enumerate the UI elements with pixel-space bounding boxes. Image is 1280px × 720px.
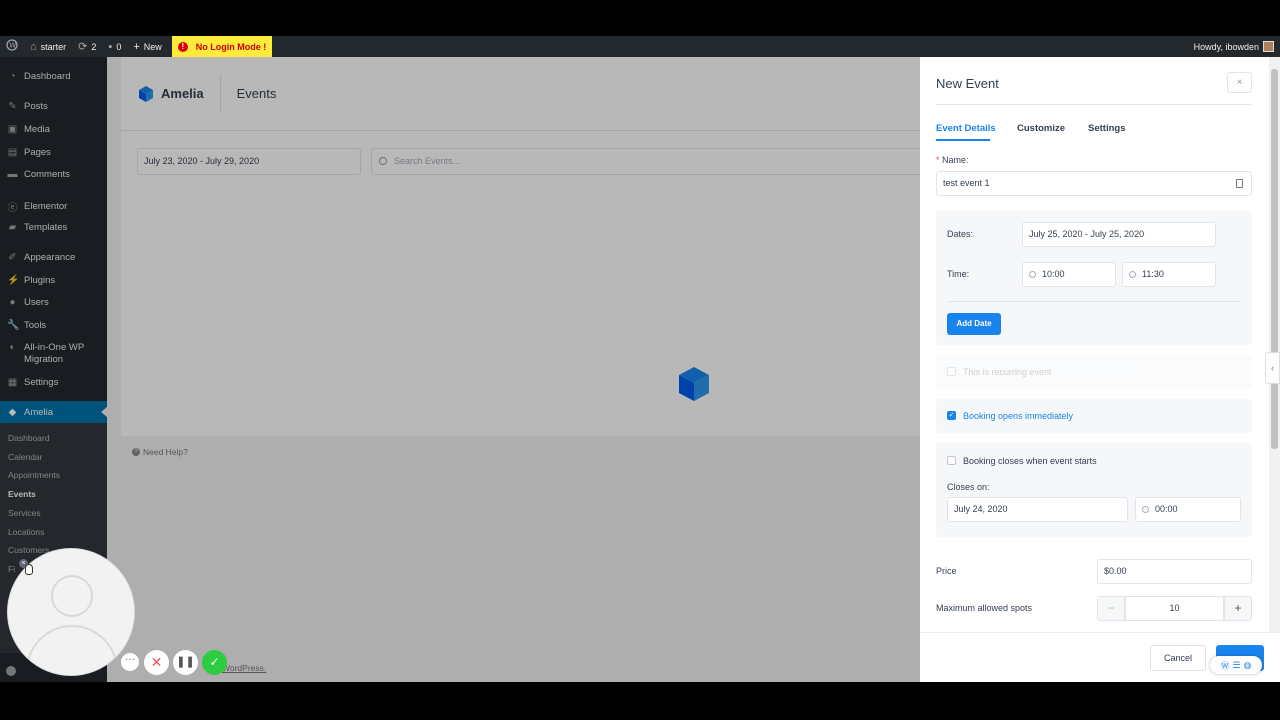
site-name-menu[interactable]: ⌂ starter bbox=[24, 36, 72, 57]
globe-icon: ◍ bbox=[1243, 659, 1252, 670]
dates-label: Dates: bbox=[947, 229, 974, 239]
name-value: test event 1 bbox=[943, 178, 990, 188]
updates-count: 2 bbox=[91, 41, 97, 52]
panel-divider bbox=[947, 301, 1241, 302]
max-spots-input[interactable]: 10 bbox=[1125, 596, 1224, 621]
cancel-button[interactable]: Cancel bbox=[1150, 645, 1206, 671]
drawer-divider bbox=[936, 104, 1252, 105]
end-time-value: 11:30 bbox=[1142, 269, 1164, 279]
booking-closes-checkbox[interactable] bbox=[947, 456, 956, 465]
booking-closes-panel: Booking closes when event starts Closes … bbox=[936, 443, 1252, 537]
new-event-drawer: New Event × Event Details Customize Sett… bbox=[920, 57, 1280, 682]
new-content-menu[interactable]: + New bbox=[127, 36, 167, 57]
avatar-body-icon bbox=[26, 625, 118, 675]
clock-icon bbox=[1129, 271, 1136, 278]
more-options-icon[interactable]: ··· bbox=[121, 653, 139, 671]
cursor-hand-icon bbox=[25, 564, 33, 575]
booking-opens-checkbox[interactable]: ✓ bbox=[947, 411, 956, 420]
modal-overlay[interactable] bbox=[0, 57, 920, 682]
name-label: * Name: bbox=[936, 155, 969, 165]
no-login-mode-badge[interactable]: ! No Login Mode ! bbox=[171, 36, 273, 57]
extension-badge[interactable]: Ⓦ ☰ ◍ bbox=[1210, 656, 1262, 674]
new-label: New bbox=[143, 41, 162, 52]
start-time-value: 10:00 bbox=[1042, 269, 1065, 279]
chevron-left-icon[interactable]: ‹ bbox=[1265, 352, 1280, 384]
price-input[interactable]: $0.00 bbox=[1097, 559, 1252, 584]
site-name: starter bbox=[40, 41, 67, 52]
drawer-footer: Cancel Ⓦ ☰ ◍ bbox=[920, 632, 1280, 682]
add-date-button[interactable]: Add Date bbox=[947, 313, 1001, 335]
wordpress-icon: Ⓦ bbox=[1220, 660, 1230, 671]
avatar bbox=[1263, 41, 1274, 52]
booking-opens-panel: ✓ Booking opens immediately bbox=[936, 399, 1252, 433]
closes-on-time-value: 00:00 bbox=[1155, 504, 1178, 514]
drawer-scrollbar[interactable] bbox=[1269, 57, 1280, 632]
account-menu[interactable]: Howdy, ibowden bbox=[1194, 41, 1280, 52]
dates-input[interactable]: July 25, 2020 - July 25, 2020 bbox=[1022, 222, 1216, 247]
comments-menu[interactable]: ▪ 0 bbox=[102, 36, 127, 57]
recurring-checkbox[interactable] bbox=[947, 367, 956, 376]
svg-text:W: W bbox=[9, 42, 16, 50]
recurring-label: This is recurring event bbox=[963, 367, 1052, 377]
contact-card-icon bbox=[1236, 179, 1243, 188]
wp-logo-menu[interactable]: W bbox=[0, 36, 24, 57]
avatar-head-icon bbox=[51, 575, 93, 617]
closes-on-label: Closes on: bbox=[947, 482, 990, 492]
clock-icon bbox=[1029, 271, 1036, 278]
pause-recording-icon[interactable]: ❚❚ bbox=[173, 650, 198, 675]
updates-menu[interactable]: ⟳ 2 bbox=[72, 36, 102, 57]
howdy-text: Howdy, ibowden bbox=[1193, 41, 1259, 52]
scrollbar-thumb[interactable] bbox=[1271, 69, 1278, 449]
comment-bubble-icon: ▪ bbox=[108, 40, 113, 53]
tab-event-details[interactable]: Event Details bbox=[936, 123, 996, 134]
no-login-label: No Login Mode ! bbox=[195, 41, 267, 52]
price-label: Price bbox=[936, 566, 957, 576]
discard-recording-icon[interactable]: ✕ bbox=[144, 650, 169, 675]
active-tab-indicator bbox=[936, 139, 990, 141]
elementor-icon: ☰ bbox=[1232, 659, 1241, 670]
decrement-button[interactable]: − bbox=[1097, 596, 1125, 621]
name-input[interactable]: test event 1 bbox=[936, 171, 1252, 196]
closes-on-date-input[interactable]: July 24, 2020 bbox=[947, 497, 1128, 522]
booking-closes-label: Booking closes when event starts bbox=[963, 456, 1097, 466]
admin-bar: W ⌂ starter ⟳ 2 ▪ 0 + New ! No Login Mod… bbox=[0, 36, 1280, 57]
time-label: Time: bbox=[947, 269, 970, 279]
tab-customize[interactable]: Customize bbox=[1017, 123, 1065, 134]
app-frame: W ⌂ starter ⟳ 2 ▪ 0 + New ! No Login Mod… bbox=[0, 36, 1280, 682]
max-spots-label: Maximum allowed spots bbox=[936, 603, 1033, 613]
refresh-icon: ⟳ bbox=[78, 41, 88, 53]
home-icon: ⌂ bbox=[30, 40, 37, 53]
recurring-panel: This is recurring event bbox=[936, 355, 1252, 389]
finish-recording-icon[interactable]: ✓ bbox=[202, 650, 227, 675]
increment-button[interactable]: + bbox=[1224, 596, 1252, 621]
comments-count: 0 bbox=[116, 41, 122, 52]
drawer-title: New Event bbox=[936, 76, 999, 91]
start-time-input[interactable]: 10:00 bbox=[1022, 262, 1116, 287]
booking-opens-label: Booking opens immediately bbox=[963, 411, 1074, 421]
dates-panel: Dates: July 25, 2020 - July 25, 2020 Tim… bbox=[936, 211, 1252, 345]
close-button[interactable]: × bbox=[1227, 72, 1252, 93]
wordpress-icon: W bbox=[6, 39, 18, 54]
end-time-input[interactable]: 11:30 bbox=[1122, 262, 1216, 287]
alert-icon: ! bbox=[177, 41, 188, 52]
plus-icon: + bbox=[133, 40, 140, 53]
closes-on-time-input[interactable]: 00:00 bbox=[1135, 497, 1241, 522]
tab-settings[interactable]: Settings bbox=[1088, 123, 1125, 134]
clock-icon bbox=[1142, 506, 1149, 513]
